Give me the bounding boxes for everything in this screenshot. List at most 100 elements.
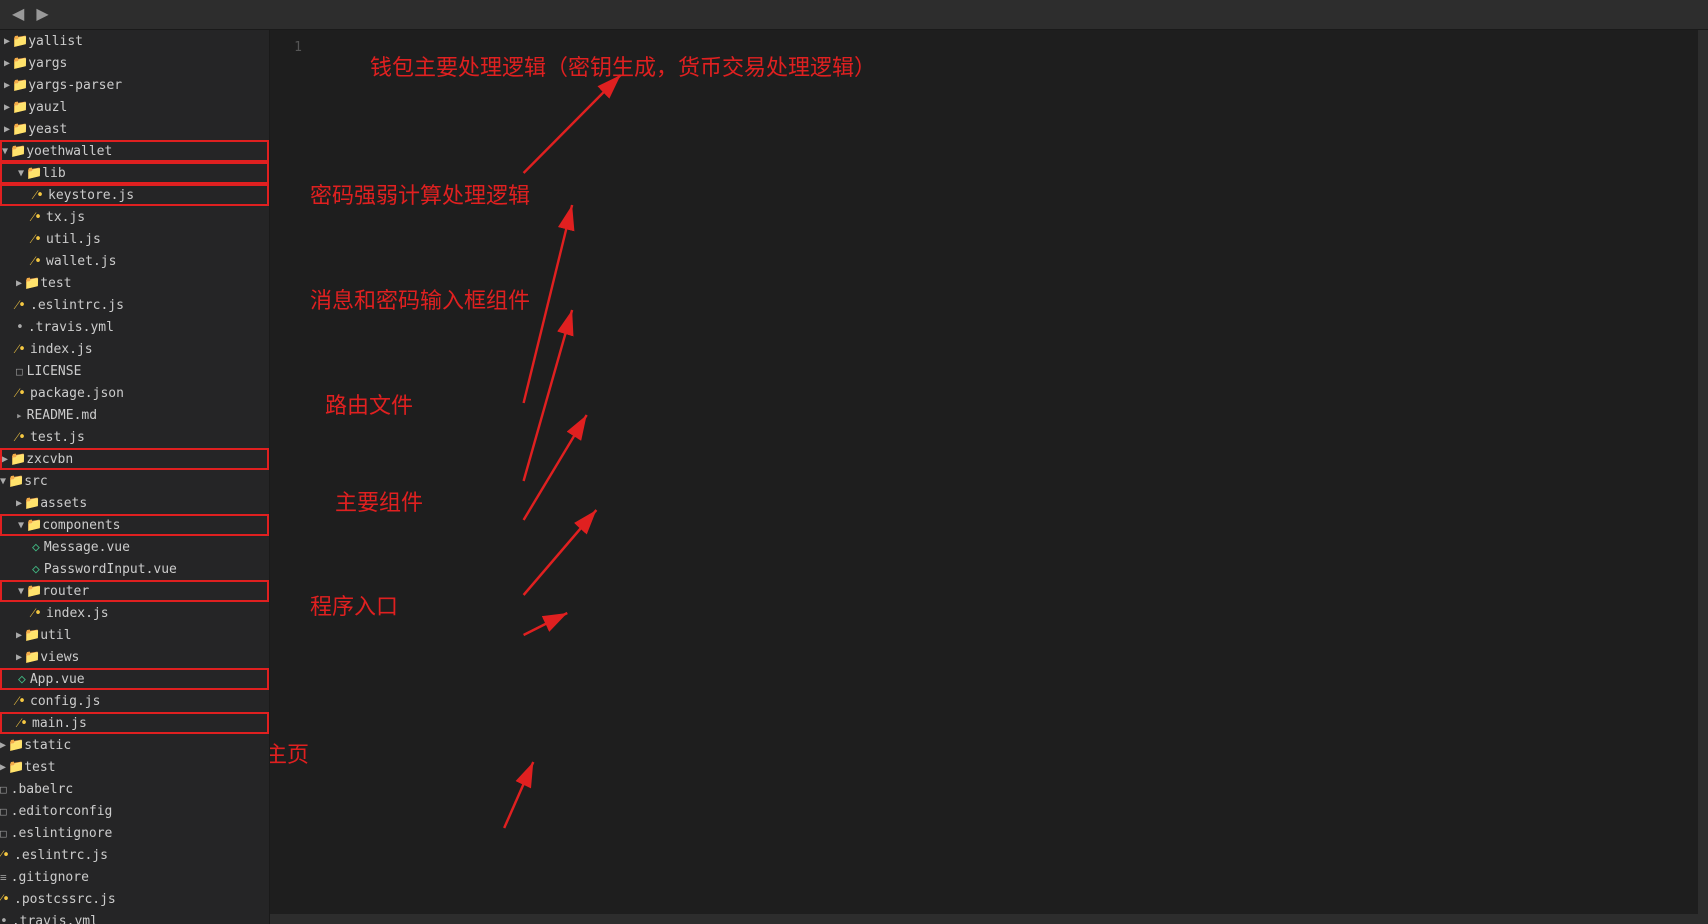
tree-item-views[interactable]: ▶ 📁 views xyxy=(0,646,269,668)
arrow-icon: ▶ xyxy=(4,80,10,91)
folder-icon: 📁 xyxy=(12,56,28,71)
tree-item-license[interactable]: □ LICENSE xyxy=(0,360,269,382)
item-label: views xyxy=(40,650,79,665)
folder-icon: 📁 xyxy=(12,34,28,49)
item-label: yauzl xyxy=(28,100,67,115)
nav-forward-button[interactable]: ▶ xyxy=(32,7,52,23)
file-icon: • xyxy=(16,320,24,335)
tree-item-router-index-js[interactable]: ⁄• index.js xyxy=(0,602,269,624)
file-icon: □ xyxy=(0,805,7,818)
tree-item-util-js[interactable]: ⁄• util.js xyxy=(0,228,269,250)
item-label: wallet.js xyxy=(46,254,116,269)
tree-item-components[interactable]: ▼ 📁 components xyxy=(0,514,269,536)
tree-item-yeast[interactable]: ▶ 📁 yeast xyxy=(0,118,269,140)
arrow-icon: ▶ xyxy=(4,102,10,113)
folder-icon: 📁 xyxy=(10,144,26,159)
annotation-arrows-svg xyxy=(310,30,1708,924)
file-icon: □ xyxy=(0,783,7,796)
file-icon: ⁄• xyxy=(32,605,42,621)
tree-item-router[interactable]: ▼ 📁 router xyxy=(0,580,269,602)
tree-item-readme[interactable]: ▸ README.md xyxy=(0,404,269,426)
annotation-text-5: 主要组件 xyxy=(335,485,423,517)
arrow-icon: ▼ xyxy=(18,586,24,597)
tree-item-yoethwallet[interactable]: ▼ 📁 yoethwallet xyxy=(0,140,269,162)
arrow-icon: ▶ xyxy=(16,278,22,289)
folder-icon: 📁 xyxy=(12,100,28,115)
arrow-icon: ▶ xyxy=(0,740,6,751)
tree-item-yallist[interactable]: ▶ 📁 yallist xyxy=(0,30,269,52)
arrow-icon: ▶ xyxy=(16,630,22,641)
tree-item-travis-yml-root[interactable]: • .travis.yml xyxy=(0,910,269,924)
arrow-icon: ▶ xyxy=(2,454,8,465)
tree-item-gitignore[interactable]: ≡ .gitignore xyxy=(0,866,269,888)
tree-item-index-js[interactable]: ⁄• index.js xyxy=(0,338,269,360)
item-label: README.md xyxy=(27,408,97,423)
tree-item-yauzl[interactable]: ▶ 📁 yauzl xyxy=(0,96,269,118)
nav-back-button[interactable]: ◀ xyxy=(8,7,28,23)
item-label: yeast xyxy=(28,122,67,137)
item-label: LICENSE xyxy=(27,364,82,379)
item-label: src xyxy=(24,474,47,489)
line-numbers: 1 xyxy=(270,30,310,65)
tree-item-assets[interactable]: ▶ 📁 assets xyxy=(0,492,269,514)
tree-item-lib[interactable]: ▼ 📁 lib xyxy=(0,162,269,184)
arrow-icon: ▶ xyxy=(0,762,6,773)
tree-item-test[interactable]: ▶ 📁 test xyxy=(0,272,269,294)
annotation-text-4: 路由文件 xyxy=(325,388,413,420)
item-label: PasswordInput.vue xyxy=(44,562,177,577)
scrollbar-vertical[interactable] xyxy=(1698,30,1708,914)
file-icon: ⁄• xyxy=(32,253,42,269)
tree-item-keystore-js[interactable]: ⁄• keystore.js xyxy=(0,184,269,206)
tree-item-message-vue[interactable]: ◇ Message.vue xyxy=(0,536,269,558)
item-label: test xyxy=(40,276,71,291)
item-label: .gitignore xyxy=(11,870,89,885)
tree-item-tx-js[interactable]: ⁄• tx.js xyxy=(0,206,269,228)
item-label: main.js xyxy=(32,716,87,731)
tree-item-travis-yml[interactable]: • .travis.yml xyxy=(0,316,269,338)
main-layout: ▶ 📁 yallist ▶ 📁 yargs ▶ 📁 yargs-parser ▶… xyxy=(0,30,1708,924)
tree-item-babelrc[interactable]: □ .babelrc xyxy=(0,778,269,800)
tree-item-yargs-parser[interactable]: ▶ 📁 yargs-parser xyxy=(0,74,269,96)
file-icon: □ xyxy=(0,827,7,840)
tree-item-zxcvbn[interactable]: ▶ 📁 zxcvbn xyxy=(0,448,269,470)
tree-item-static[interactable]: ▶ 📁 static xyxy=(0,734,269,756)
tree-item-src[interactable]: ▼ 📁 src xyxy=(0,470,269,492)
tree-item-config-js[interactable]: ⁄• config.js xyxy=(0,690,269,712)
scrollbar-horizontal[interactable] xyxy=(270,914,1708,924)
file-icon: ◇ xyxy=(32,540,40,555)
file-tree[interactable]: ▶ 📁 yallist ▶ 📁 yargs ▶ 📁 yargs-parser ▶… xyxy=(0,30,270,924)
tree-item-app-vue[interactable]: ◇ App.vue xyxy=(0,668,269,690)
tree-item-main-js[interactable]: ⁄• main.js xyxy=(0,712,269,734)
tree-item-postcssrc-js[interactable]: ⁄• .postcssrc.js xyxy=(0,888,269,910)
file-icon: ⁄• xyxy=(16,341,26,357)
arrow-icon: ▼ xyxy=(0,476,6,487)
tree-item-test-root[interactable]: ▶ 📁 test xyxy=(0,756,269,778)
folder-icon: 📁 xyxy=(10,452,26,467)
toolbar-nav: ◀ ▶ xyxy=(8,7,53,23)
file-icon: □ xyxy=(16,365,23,378)
tree-item-package-json[interactable]: ⁄• package.json xyxy=(0,382,269,404)
folder-icon: 📁 xyxy=(8,738,24,753)
tree-item-yargs[interactable]: ▶ 📁 yargs xyxy=(0,52,269,74)
tree-item-passwordinput-vue[interactable]: ◇ PasswordInput.vue xyxy=(0,558,269,580)
file-icon: ◇ xyxy=(32,562,40,577)
annotation-text-7: 主页 xyxy=(270,737,309,769)
tree-item-util[interactable]: ▶ 📁 util xyxy=(0,624,269,646)
annotation-text-3: 消息和密码输入框组件 xyxy=(310,283,530,315)
file-icon: ⁄• xyxy=(32,209,42,225)
folder-icon: 📁 xyxy=(12,78,28,93)
folder-icon: 📁 xyxy=(26,166,42,181)
file-icon: ⁄• xyxy=(32,231,42,247)
item-label: .eslintignore xyxy=(11,826,113,841)
tree-item-eslintignore[interactable]: □ .eslintignore xyxy=(0,822,269,844)
tree-item-wallet-js[interactable]: ⁄• wallet.js xyxy=(0,250,269,272)
tree-item-test-js[interactable]: ⁄• test.js xyxy=(0,426,269,448)
tree-item-editorconfig[interactable]: □ .editorconfig xyxy=(0,800,269,822)
item-label: yargs xyxy=(28,56,67,71)
tree-item-eslintrc-js-root[interactable]: ⁄• .eslintrc.js xyxy=(0,844,269,866)
editor-area: 1 xyxy=(270,30,1708,924)
file-icon: ⁄• xyxy=(16,297,26,313)
tree-item-eslintrc-js[interactable]: ⁄• .eslintrc.js xyxy=(0,294,269,316)
arrow-icon: ▼ xyxy=(18,168,24,179)
file-icon: • xyxy=(0,914,8,924)
